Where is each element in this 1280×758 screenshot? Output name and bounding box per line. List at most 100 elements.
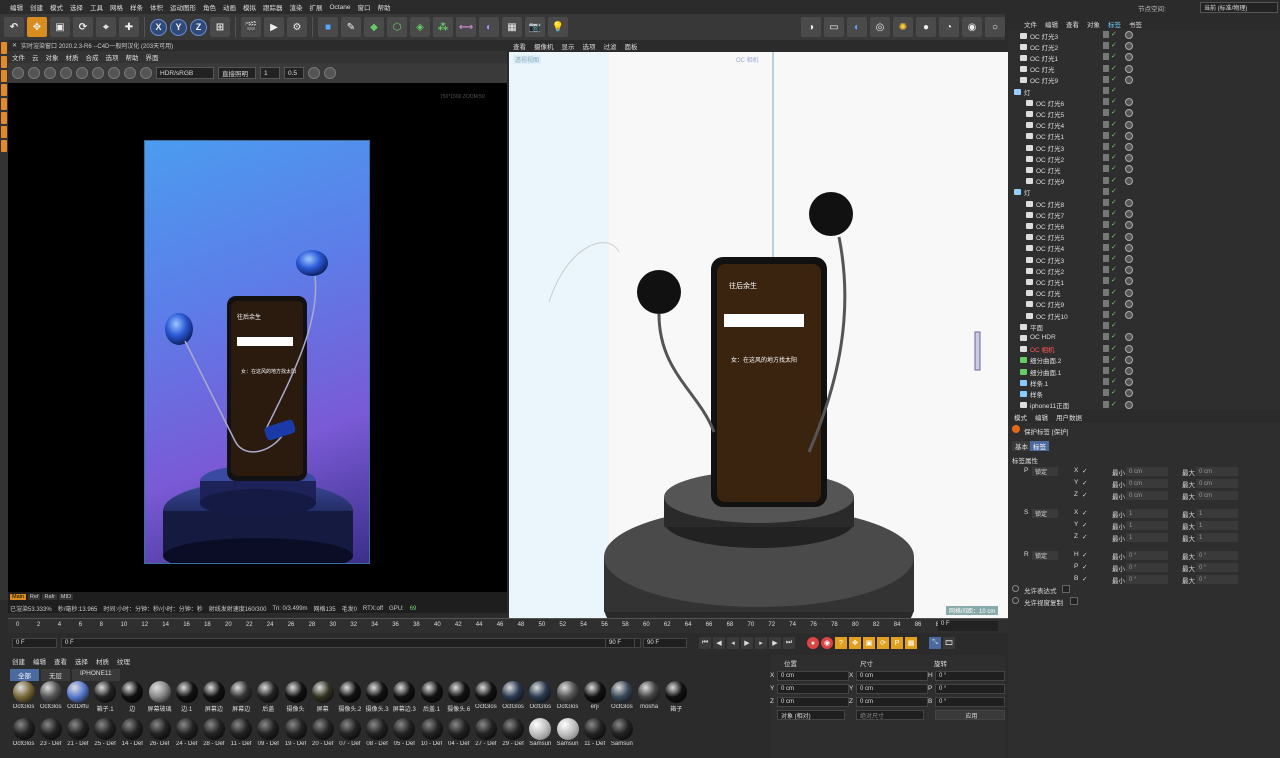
- object-visibility-flags[interactable]: ✓: [1103, 355, 1117, 363]
- render-menu-item-6[interactable]: 帮助: [126, 52, 139, 62]
- attr-lock-select[interactable]: 锁定: [1032, 551, 1058, 560]
- material-swatch[interactable]: 屏幕玻璃: [146, 680, 173, 714]
- viewport-menu-item-0[interactable]: 查看: [513, 41, 526, 51]
- octane-target-icon[interactable]: ◎: [870, 17, 890, 37]
- attr-menu-item-1[interactable]: 编辑: [1035, 412, 1048, 422]
- menu-item-2[interactable]: 模式: [50, 2, 63, 12]
- rot-h-field[interactable]: 0 °: [935, 671, 1005, 681]
- enabled-check-icon[interactable]: ✓: [1111, 31, 1117, 38]
- attr-min-field[interactable]: 0 cm: [1126, 467, 1168, 476]
- object-row[interactable]: OC 灯光9 ✓: [1008, 299, 1280, 310]
- undo-icon[interactable]: ↶: [4, 17, 24, 37]
- kernel-value-1[interactable]: 1: [260, 67, 280, 79]
- attr-max-field[interactable]: 0 °: [1196, 575, 1238, 584]
- object-visibility-flags[interactable]: ✓: [1103, 288, 1117, 296]
- viewport-menu-item-4[interactable]: 过滤: [604, 41, 617, 51]
- object-row[interactable]: OC 灯光10 ✓: [1008, 310, 1280, 321]
- enabled-check-icon[interactable]: ✓: [1111, 165, 1117, 172]
- object-visibility-flags[interactable]: ✓: [1103, 42, 1117, 50]
- deformer-icon[interactable]: ◈: [410, 17, 430, 37]
- enabled-check-icon[interactable]: ✓: [1111, 42, 1117, 49]
- menu-item-8[interactable]: 运动图形: [170, 2, 196, 12]
- menu-item-0[interactable]: 编辑: [10, 2, 23, 12]
- object-menu-item-4[interactable]: 标签: [1108, 19, 1121, 29]
- material-swatch[interactable]: 26- Def: [146, 717, 173, 751]
- object-visibility-flags[interactable]: ✓: [1103, 176, 1117, 184]
- attr-lock-select[interactable]: 锁定: [1032, 509, 1058, 518]
- octane-tag-icon[interactable]: [1125, 333, 1133, 342]
- material-swatch[interactable]: 摄像头: [282, 680, 309, 714]
- material-swatch[interactable]: 24 - Def: [173, 717, 200, 751]
- material-swatch[interactable]: OctGlos: [527, 680, 554, 714]
- attr-min-field[interactable]: 0 °: [1126, 551, 1168, 560]
- coord-mode-select[interactable]: 对象 (相对): [777, 710, 845, 720]
- render-pass-tab[interactable]: MID: [58, 594, 73, 600]
- enabled-check-icon[interactable]: ✓: [1111, 311, 1117, 318]
- menu-item-14[interactable]: 扩展: [310, 2, 323, 12]
- enabled-check-icon[interactable]: ✓: [1111, 255, 1117, 262]
- object-row[interactable]: OC 相机 ✓: [1008, 344, 1280, 355]
- material-swatch[interactable]: 14 - Def: [119, 717, 146, 751]
- object-visibility-flags[interactable]: ✓: [1103, 87, 1117, 94]
- material-swatch[interactable]: OctGlos: [10, 680, 37, 714]
- material-swatch[interactable]: 11 - Def: [581, 717, 608, 751]
- render-menu-item-3[interactable]: 材质: [66, 52, 79, 62]
- enabled-check-icon[interactable]: ✓: [1111, 266, 1117, 273]
- object-row[interactable]: OC 灯光9 ✓: [1008, 75, 1280, 86]
- attr-axis-checkbox[interactable]: ✓: [1082, 521, 1087, 529]
- rot-p-field[interactable]: 0 °: [935, 684, 1005, 694]
- mode-icon[interactable]: [1, 98, 7, 110]
- prev-key-icon[interactable]: ◀: [713, 637, 725, 649]
- material-swatch[interactable]: 边.1: [173, 680, 200, 714]
- object-row[interactable]: OC 灯光4 ✓: [1008, 243, 1280, 254]
- octane-tag-icon[interactable]: [1125, 221, 1133, 230]
- menu-item-1[interactable]: 创建: [30, 2, 43, 12]
- menu-item-12[interactable]: 跟踪器: [263, 2, 283, 12]
- attr-max-field[interactable]: 1: [1196, 521, 1238, 530]
- key-scale-icon[interactable]: ▣: [863, 637, 875, 649]
- material-swatch[interactable]: 11 - Def: [228, 717, 255, 751]
- octane-tag-icon[interactable]: [1125, 176, 1133, 185]
- octane-tag-icon[interactable]: [1125, 277, 1133, 286]
- material-menu-item-0[interactable]: 创建: [12, 656, 25, 666]
- tab-basic[interactable]: 基本: [1012, 441, 1031, 451]
- attr-min-field[interactable]: 0 °: [1126, 575, 1168, 584]
- mode-icon[interactable]: [1, 70, 7, 82]
- object-row[interactable]: OC 灯光1 ✓: [1008, 52, 1280, 63]
- object-visibility-flags[interactable]: ✓: [1103, 266, 1117, 274]
- enabled-check-icon[interactable]: ✓: [1111, 121, 1117, 128]
- perspective-viewport[interactable]: 往后余生 女：在这风的地方找太阳: [509, 52, 1008, 618]
- enabled-check-icon[interactable]: ✓: [1111, 389, 1117, 396]
- material-swatch[interactable]: 04 - Def: [445, 717, 472, 751]
- channels-icon[interactable]: [140, 67, 152, 79]
- attr-max-field[interactable]: 0 °: [1196, 563, 1238, 572]
- material-swatch[interactable]: OctGlos: [500, 680, 527, 714]
- key-selection-icon[interactable]: ?: [835, 637, 847, 649]
- kernel-select[interactable]: 直接照明: [218, 67, 256, 79]
- object-menu-item-0[interactable]: 文件: [1024, 19, 1037, 29]
- object-menu-item-2[interactable]: 查看: [1066, 19, 1079, 29]
- object-row[interactable]: OC 灯光6 ✓: [1008, 220, 1280, 231]
- node-space-select[interactable]: 当前 (标准/物理): [1200, 2, 1278, 13]
- material-swatch[interactable]: 25 - Def: [92, 717, 119, 751]
- object-visibility-flags[interactable]: ✓: [1103, 311, 1117, 318]
- object-visibility-flags[interactable]: ✓: [1103, 243, 1117, 251]
- object-menu-item-3[interactable]: 对象: [1087, 19, 1100, 29]
- octane-material-icon[interactable]: ◐: [847, 17, 867, 37]
- size-x-field[interactable]: 0 cm: [856, 671, 928, 681]
- light-icon[interactable]: 💡: [548, 17, 568, 37]
- octane-tag-icon[interactable]: [1125, 131, 1133, 140]
- attr-min-field[interactable]: 0 cm: [1126, 479, 1168, 488]
- octane-tag-icon[interactable]: [1125, 64, 1133, 73]
- enabled-check-icon[interactable]: ✓: [1111, 98, 1117, 105]
- object-visibility-flags[interactable]: ✓: [1103, 98, 1117, 106]
- enabled-check-icon[interactable]: ✓: [1111, 199, 1117, 206]
- enabled-check-icon[interactable]: ✓: [1111, 143, 1117, 150]
- scene-icon[interactable]: ⁂: [433, 17, 453, 37]
- material-swatch[interactable]: 20 - Def: [309, 717, 336, 751]
- attr-min-field[interactable]: 1: [1126, 509, 1168, 518]
- cloner-icon[interactable]: ⬡: [387, 17, 407, 37]
- object-visibility-flags[interactable]: ✓: [1103, 187, 1117, 195]
- object-row[interactable]: OC 灯光4 ✓: [1008, 120, 1280, 131]
- octane-tag-icon[interactable]: [1125, 165, 1133, 174]
